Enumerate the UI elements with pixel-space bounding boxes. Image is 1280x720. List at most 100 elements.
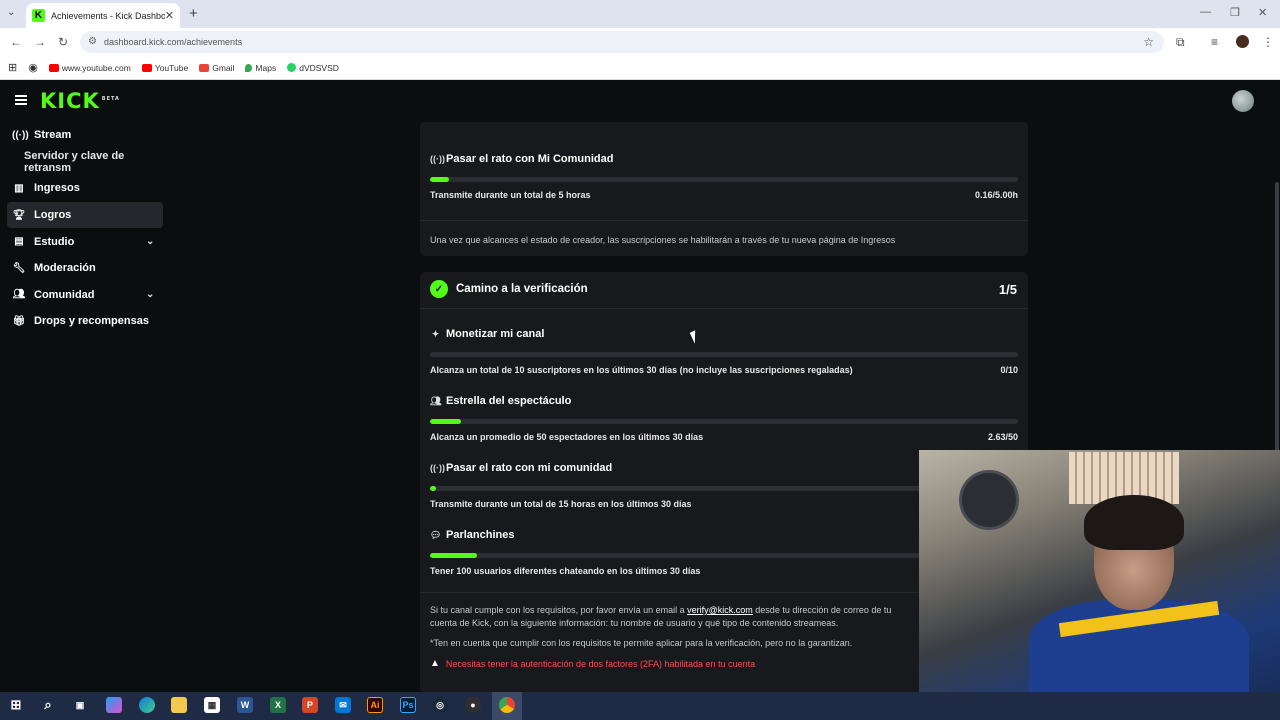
chrome-icon[interactable]: ◉ <box>28 61 38 74</box>
obs-icon[interactable]: ● <box>465 697 481 713</box>
search-icon[interactable]: ⌕ <box>40 697 56 713</box>
achievement-value: 0/10 <box>1000 365 1018 375</box>
bookmark-dvdsvsd[interactable]: dVDSVSD <box>287 63 339 73</box>
bookmark-label: dVDSVSD <box>299 62 339 73</box>
sidebar-item-ingresos[interactable]: ▥ Ingresos <box>0 175 170 202</box>
site-info-icon[interactable]: ⚙ <box>88 36 97 47</box>
achievement-description: Alcanza un total de 10 suscriptores en l… <box>430 365 853 375</box>
creator-note: Una vez que alcances el estado de creado… <box>430 235 896 245</box>
powerpoint-icon[interactable]: P <box>302 697 318 713</box>
back-icon[interactable]: ← <box>10 35 22 49</box>
edge-icon[interactable] <box>139 697 155 713</box>
profile-avatar[interactable] <box>1236 35 1249 48</box>
bookmark-label: Maps <box>255 62 277 73</box>
sidebar-item-comunidad[interactable]: 👥︎ Comunidad ⌄ <box>0 282 170 309</box>
media-icon[interactable]: ≡ <box>1211 35 1218 49</box>
progress-fill <box>430 177 449 182</box>
achievement-title: ((·)) Pasar el rato con Mi Comunidad <box>430 153 613 165</box>
apps-grid-icon[interactable]: ⊞ <box>8 61 17 74</box>
chevron-down-icon[interactable]: ⌄ <box>146 236 154 247</box>
achievement-title: 💬︎ Parlanchines <box>430 529 514 541</box>
tab-search-icon[interactable]: ⌄ <box>7 7 15 18</box>
browser-menu-icon[interactable]: ⋮ <box>1262 35 1274 49</box>
sidebar-item-estudio[interactable]: ▤ Estudio ⌄ <box>0 228 170 255</box>
verification-info: Si tu canal cumple con los requisitos, p… <box>430 604 920 630</box>
reload-icon[interactable]: ↻ <box>58 35 68 49</box>
achievement-title-text: Monetizar mi canal <box>446 328 545 340</box>
people-icon: 👥︎ <box>430 395 442 406</box>
minimize-icon[interactable]: — <box>1200 6 1211 18</box>
sidebar-item-logros[interactable]: 🏆︎ Logros <box>7 201 163 229</box>
youtube-icon <box>48 63 59 72</box>
verification-disclaimer: *Ten en cuenta que cumplir con los requi… <box>430 638 853 648</box>
chrome-icon[interactable] <box>499 697 515 713</box>
sparkle-icon: ✦ <box>431 328 440 339</box>
broadcast-icon: ((·)) <box>12 129 29 141</box>
excel-icon[interactable]: X <box>270 697 286 713</box>
sidebar-item-moderacion[interactable]: 🔧︎ Moderación <box>0 255 170 282</box>
windows-start-icon[interactable]: ⊞ <box>8 697 24 713</box>
url-text: dashboard.kick.com/achievements <box>104 37 243 47</box>
bookmark-star-icon[interactable]: ☆ <box>1143 35 1154 49</box>
achievement-title: ((·)) Pasar el rato con mi comunidad <box>430 462 612 474</box>
broadcast-icon: ((·)) <box>430 154 445 164</box>
beta-tag: BETA <box>101 96 120 102</box>
achievement-title-text: Pasar el rato con Mi Comunidad <box>446 153 614 165</box>
info-text: Si tu canal cumple con los requisitos, p… <box>430 605 688 615</box>
verify-email-link[interactable]: verify@kick.com <box>687 605 753 615</box>
broadcast-icon: ((·)) <box>430 463 445 473</box>
trophy-icon: 🏆︎ <box>12 209 26 221</box>
bookmark-youtube-www[interactable]: www.youtube.com <box>48 62 131 73</box>
file-explorer-icon[interactable] <box>171 697 187 713</box>
progress-bar <box>430 419 1018 424</box>
sidebar-item-label: Ingresos <box>34 182 80 195</box>
kick-logo[interactable]: KICK BETA <box>40 89 120 113</box>
steam-icon[interactable]: ◎ <box>432 697 448 713</box>
sidebar-item-label: Servidor y clave de retransm <box>24 149 125 174</box>
word-icon[interactable]: W <box>237 697 253 713</box>
sidebar-item-stream-key[interactable]: Servidor y clave de retransm <box>0 149 170 176</box>
two-factor-warning: ▲ Necesitas tener la autenticación de dos… <box>430 658 755 669</box>
outlook-icon[interactable]: ✉ <box>335 697 351 713</box>
achievement-description: Tener 100 usuarios diferentes chateando … <box>430 566 701 576</box>
hamburger-menu-icon[interactable] <box>15 95 27 105</box>
bookmark-gmail[interactable]: Gmail <box>199 63 234 73</box>
achievement-description: Alcanza un promedio de 50 espectadores e… <box>430 432 704 442</box>
warning-text: Necesitas tener la autenticación de dos … <box>445 658 756 669</box>
achievement-title-text: Parlanchines <box>446 529 515 541</box>
progress-fill <box>430 486 437 491</box>
chevron-down-icon[interactable]: ⌄ <box>146 289 154 300</box>
sidebar-item-stream[interactable]: ((·)) Stream <box>0 122 170 149</box>
user-avatar[interactable] <box>1232 90 1254 112</box>
achievement-title-text: Estrella del espectáculo <box>446 395 572 407</box>
forward-icon[interactable]: → <box>34 35 46 49</box>
achievement-description: Transmite durante un total de 15 horas e… <box>430 499 692 509</box>
extensions-icon[interactable]: ⧉ <box>1176 35 1185 50</box>
kick-favicon-icon: K <box>32 9 45 22</box>
store-icon[interactable]: ▦ <box>204 697 220 713</box>
creator-achievement-card: ((·)) Pasar el rato con Mi Comunidad Tran… <box>420 122 1028 256</box>
bookmark-youtube[interactable]: YouTube <box>141 63 188 73</box>
browser-tab[interactable]: K Achievements - Kick Dashboard ✕ <box>26 3 180 28</box>
verification-title: Camino a la verificación <box>456 283 588 295</box>
copilot-icon[interactable] <box>106 697 122 713</box>
new-tab-icon[interactable]: + <box>189 5 198 22</box>
illustrator-icon[interactable]: Ai <box>367 697 383 713</box>
address-bar[interactable]: ⚙ dashboard.kick.com/achievements ☆ <box>80 31 1164 53</box>
bookmarks-bar: ⊞ ◉ www.youtube.com YouTube Gmail Maps d… <box>0 56 1280 80</box>
sidebar-item-drops[interactable]: 🎁︎ Drops y recompensas <box>0 308 170 335</box>
browser-tab-strip: ⌄ K Achievements - Kick Dashboard ✕ + — … <box>0 0 1280 28</box>
close-window-icon[interactable]: ✕ <box>1258 6 1267 19</box>
bookmark-label: www.youtube.com <box>61 62 131 73</box>
whatsapp-icon <box>287 63 297 72</box>
task-view-icon[interactable]: ▣ <box>72 697 88 713</box>
achievement-description: Transmite durante un total de 5 horas <box>430 190 591 200</box>
sidebar-item-label: Moderación <box>34 262 96 275</box>
photoshop-icon[interactable]: Ps <box>400 697 416 713</box>
close-tab-icon[interactable]: ✕ <box>165 9 174 22</box>
divider <box>420 220 1028 221</box>
youtube-icon <box>141 63 152 72</box>
verification-count: 1/5 <box>998 282 1017 297</box>
restore-icon[interactable]: ❐ <box>1230 6 1240 19</box>
bookmark-maps[interactable]: Maps <box>245 63 276 73</box>
